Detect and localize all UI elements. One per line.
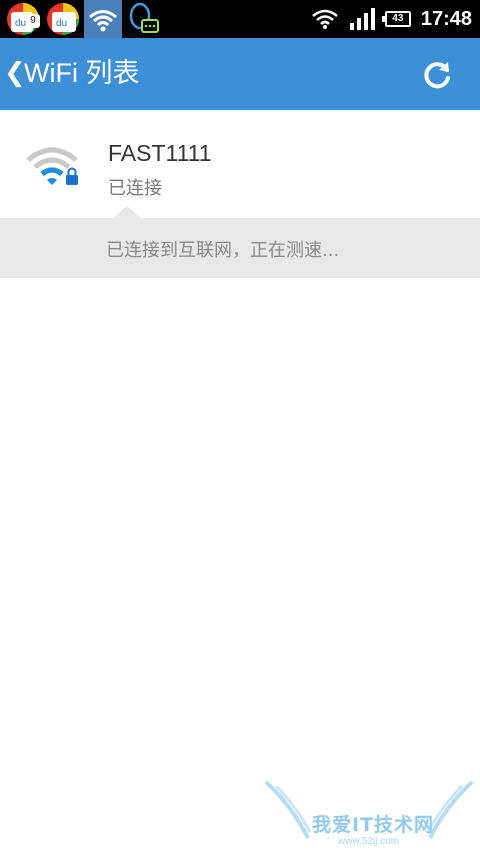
chevron-left-icon[interactable]: ❮	[4, 56, 26, 90]
svg-text:du: du	[56, 18, 67, 29]
watermark-title: 我爱IT技术网	[312, 814, 435, 836]
baidu-app-icon[interactable]: du	[44, 0, 82, 38]
qq-chat-icon[interactable]	[124, 0, 162, 38]
wifi-notification-icon[interactable]	[84, 0, 122, 38]
baidu-app-icon[interactable]: du 9	[4, 0, 42, 38]
svg-text:du: du	[15, 18, 26, 29]
connection-info-panel: 已连接到互联网，正在测速...	[0, 206, 480, 278]
battery-icon: 43	[381, 11, 411, 27]
watermark-url: www.52ij.com	[338, 836, 400, 847]
wifi-ssid: FAST1111	[108, 140, 212, 166]
page-title: WiFi 列表	[24, 58, 140, 88]
panel-pointer	[113, 206, 141, 218]
wifi-connection-status: 已连接	[108, 178, 162, 199]
connection-info-text: 已连接到互联网，正在测速...	[106, 240, 340, 261]
wifi-list-item[interactable]: FAST1111 已连接	[0, 110, 480, 218]
status-bar: du 9 du 43 17:48	[0, 0, 480, 38]
refresh-button[interactable]	[418, 56, 456, 94]
cell-signal-icon	[349, 8, 375, 30]
refresh-icon	[424, 62, 450, 89]
wifi-signal-icon	[312, 9, 338, 29]
site-watermark: 我爱IT技术网 www.52ij.com	[262, 776, 476, 850]
status-clock: 17:48	[420, 7, 472, 30]
app-bar: ❮ WiFi 列表	[0, 38, 480, 110]
notification-badge: 9	[26, 14, 40, 28]
wifi-locked-icon	[26, 147, 78, 185]
status-indicators: 43 17:48	[301, 0, 472, 38]
